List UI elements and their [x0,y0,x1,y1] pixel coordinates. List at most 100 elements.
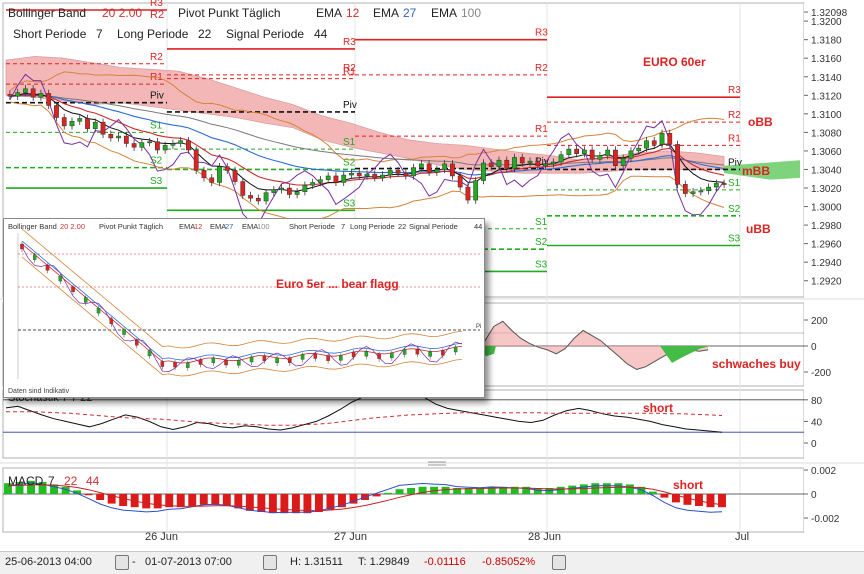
candle-body [597,155,603,160]
save-icon[interactable] [552,555,566,570]
candle-body [92,121,98,129]
macd-histogram-bar [268,494,277,514]
range-separator: - [132,556,136,568]
candle-body [636,147,642,152]
candle-body [543,163,548,167]
macd-histogram-bar [188,494,197,506]
inset-candle-body [84,297,88,303]
candle-body [450,163,455,177]
macd-legend: MACD 7 22 44 [8,474,100,488]
start-time[interactable]: 25-06-2013 04:00 [5,556,92,568]
y-tick-label: 200 [811,316,828,327]
legend-ema12-params: 12 [346,6,360,20]
inset-candle-body [415,349,420,355]
candle-body [698,190,704,193]
inset-candle-body [351,351,356,358]
candle-body [659,133,665,145]
inset-candle-body [71,286,75,292]
inset-legend-long-periode: Long Periode [350,222,395,231]
candle-body [85,118,90,129]
candle-body [457,175,463,188]
pivot-level-label: R1 [150,72,163,83]
y-tick-label: 1.3080 [811,128,842,139]
calendar-icon[interactable] [263,555,277,570]
macd-param-long: 22 [64,474,78,488]
y-tick-label: 0.002 [811,466,836,477]
legend-ema100: EMA [431,6,457,20]
legend-long-periode-params: 22 [198,27,212,41]
pivot-level-label: R3 [728,85,741,96]
candle-body [69,121,75,127]
inset-candle-body [262,355,267,361]
inset-candle-body [339,355,343,361]
macd-histogram-bar [660,494,669,498]
candle-body [418,163,424,168]
macd-histogram-bar [176,494,185,508]
y-tick-label: 1.3020 [811,184,842,195]
candle-body [566,148,572,155]
inset-legend-ema27-params: 27 [225,222,233,231]
inset-candle-body [402,349,407,355]
legend-long-periode: Long Periode [117,27,189,41]
inset-candle-body [453,346,458,353]
candle-body [488,162,494,167]
inset-legend-bollinger-params: 20 2.00 [60,222,85,231]
macd-histogram-bar [199,494,208,505]
candle-body [318,179,323,183]
inset-legend-signal-periode-params: 44 [474,222,482,231]
inset-candle-body [441,350,445,356]
pivot-level-label: S1 [535,217,548,228]
y-tick-label: 1.3100 [811,110,842,121]
macd-histogram-bar [407,488,416,494]
y-tick-label: 1.3200 [811,17,842,28]
candle-body [170,143,176,146]
y-tick-label: -200 [811,368,831,379]
candle-body [123,135,129,144]
y-tick-label: 1.3040 [811,165,842,176]
inset-candle-body [109,318,114,324]
inset-candle-body [300,354,305,360]
stochastic-panel [2,389,805,459]
level-label-r2-fragment: R2 [150,9,164,21]
inset-chart: Bollinger Band 20 2.00 Pivot Punkt Tägli… [8,222,482,395]
change-value: -0.01116 [424,556,466,568]
y-tick-label: 0 [811,342,817,353]
inset-candle-body [288,357,292,364]
low-value: T: 1.29849 [358,556,410,568]
candle-body [644,140,649,149]
y-tick-label: 1.3160 [811,54,842,65]
candle-body [209,177,215,183]
macd-histogram-bar [142,494,151,509]
y-tick-label: 1.3000 [811,203,842,214]
candle-body [512,157,517,169]
candle-body [434,169,440,173]
macd-histogram-bar [683,494,692,505]
macd-histogram-bar [96,494,105,500]
inset-candle-body [122,329,126,335]
candle-body [473,180,479,201]
candle-body [61,117,67,127]
inset-annotation: Euro 5er ... bear flagg [276,277,399,291]
pivot-level-label: R2 [150,52,163,63]
legend-short-periode: Short Periode [13,27,87,41]
candle-body [341,174,347,183]
candle-body [15,92,21,97]
end-time[interactable]: 01-07-2013 07:00 [145,556,232,568]
pivot-level-label: Piv [343,100,357,111]
candle-body [77,118,83,122]
legend-ema100-params: 100 [461,6,481,20]
pivot-level-label: S3 [343,198,356,209]
candle-body [721,183,727,185]
inset-candle-body [428,351,432,357]
macd-histogram-bar [314,494,323,512]
y-tick-label: 1.2940 [811,258,842,269]
macd-histogram-bar [625,484,634,494]
inset-candle-body [249,356,254,363]
inset-legend-short-periode: Short Periode [289,222,335,231]
candle-body [310,182,316,186]
calendar-icon[interactable] [115,555,129,570]
inset-legend-signal-periode: Signal Periode [409,222,458,231]
pivot-level-label: R1 [535,124,548,135]
inset-chart-window[interactable]: Bollinger Band 20 2.00 Pivot Punkt Tägli… [3,218,485,398]
status-bar: 25-06-2013 04:00 - 01-07-2013 07:00 H: 1… [0,551,864,574]
